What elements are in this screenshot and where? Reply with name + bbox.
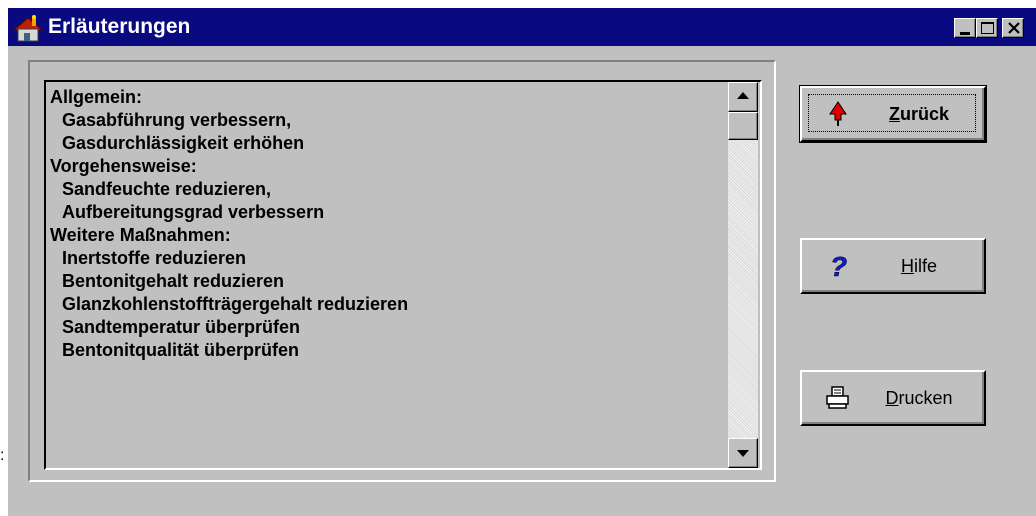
close-button[interactable]: [1002, 18, 1024, 38]
stray-colon: :: [0, 447, 5, 464]
list-line: Bentonitqualität überprüfen: [62, 340, 299, 360]
print-button-label: Drucken: [885, 388, 953, 408]
list-line: Aufbereitungsgrad verbessern: [62, 202, 325, 222]
maximize-icon: [981, 22, 994, 34]
scroll-thumb[interactable]: [728, 112, 758, 140]
title-bar[interactable]: Erläuterungen: [8, 8, 1036, 46]
maximize-button[interactable]: [976, 18, 998, 38]
list-line: Sandfeuchte reduzieren,: [62, 179, 272, 199]
list-content: Allgemein: Gasabführung verbessern, Gasdur…: [50, 86, 726, 464]
list-line: Allgemein:: [50, 87, 143, 107]
house-icon: [12, 15, 44, 42]
list-line: Vorgehensweise:: [50, 156, 197, 176]
scroll-down-button[interactable]: [728, 438, 758, 468]
vertical-scrollbar[interactable]: [728, 82, 758, 468]
back-button-label: Zurück: [888, 104, 950, 124]
printer-icon: [826, 386, 849, 409]
help-button-label: Hilfe: [900, 256, 937, 276]
list-line: Gasdurchlässigkeit erhöhen: [62, 133, 305, 153]
list-line: Glanzkohlenstoffträgergehalt reduzieren: [62, 294, 409, 314]
scroll-up-button[interactable]: [728, 82, 758, 112]
list-line: Inertstoffe reduzieren: [62, 248, 247, 268]
svg-text:?: ?: [830, 252, 847, 280]
back-button[interactable]: Zurück: [799, 85, 987, 143]
question-mark-icon: ?: [830, 252, 848, 280]
list-line: Bentonitgehalt reduzieren: [62, 271, 285, 291]
close-icon: [1008, 22, 1020, 34]
help-button[interactable]: ? Hilfe: [800, 238, 986, 294]
arrow-down-icon: [737, 450, 749, 457]
print-button[interactable]: Drucken: [800, 370, 986, 426]
list-line: Weitere Maßnahmen:: [50, 225, 231, 245]
window-title: Erläuterungen: [48, 15, 191, 38]
list-line: Sandtemperatur überprüfen: [62, 317, 301, 337]
minimize-button[interactable]: [954, 18, 976, 38]
explanation-listbox[interactable]: Allgemein: Gasabführung verbessern, Gasdur…: [44, 80, 762, 470]
list-line: Gasabführung verbessern,: [62, 110, 292, 130]
red-up-arrow-icon: [829, 101, 847, 126]
arrow-up-icon: [737, 92, 749, 99]
minimize-icon: [960, 32, 970, 35]
